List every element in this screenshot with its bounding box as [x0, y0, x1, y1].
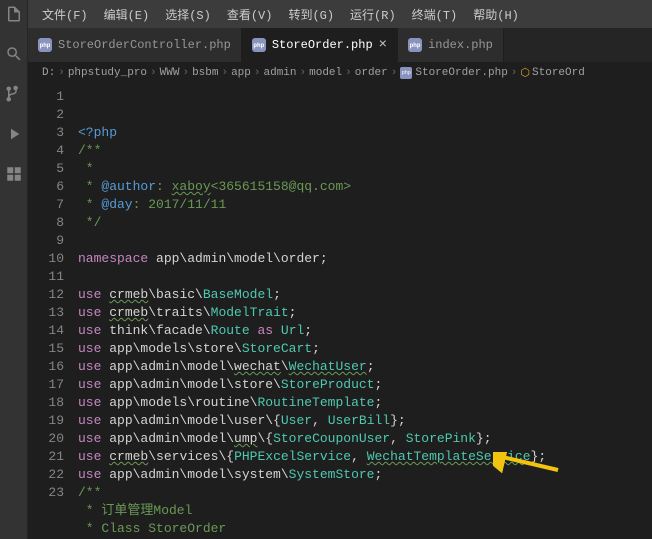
code-line[interactable]: use app\admin\model\user\{User, UserBill… [78, 412, 652, 430]
editor[interactable]: 1234567891011121314151617181920212223 <?… [28, 84, 652, 539]
line-number: 17 [28, 376, 64, 394]
line-number: 8 [28, 214, 64, 232]
close-icon[interactable]: × [379, 37, 387, 53]
line-number: 22 [28, 466, 64, 484]
line-number: 10 [28, 250, 64, 268]
search-icon[interactable] [5, 45, 23, 67]
code-line[interactable]: */ [78, 214, 652, 232]
line-number: 9 [28, 232, 64, 250]
code-line[interactable]: use crmeb\basic\BaseModel; [78, 286, 652, 304]
menu-view[interactable]: 查看(V) [221, 4, 279, 25]
tab-item[interactable]: php StoreOrderController.php [28, 28, 242, 62]
line-number: 23 [28, 484, 64, 502]
line-number: 4 [28, 142, 64, 160]
tab-bar: php StoreOrderController.php php StoreOr… [28, 28, 652, 62]
tab-label: StoreOrder.php [272, 38, 373, 52]
code-line[interactable]: * @day: 2017/11/11 [78, 196, 652, 214]
line-number: 7 [28, 196, 64, 214]
code-line[interactable]: use app\models\store\StoreCart; [78, 340, 652, 358]
line-number: 20 [28, 430, 64, 448]
extensions-icon[interactable] [5, 165, 23, 187]
code-line[interactable]: namespace app\admin\model\order; [78, 250, 652, 268]
code-line[interactable]: use app\admin\model\store\StoreProduct; [78, 376, 652, 394]
code-line[interactable]: /** [78, 484, 652, 502]
line-number: 2 [28, 106, 64, 124]
menu-run[interactable]: 运行(R) [344, 4, 402, 25]
tab-item[interactable]: php index.php [398, 28, 504, 62]
code-line[interactable] [78, 232, 652, 250]
code-area[interactable]: <?php/** * * @author: xaboy<365615158@qq… [78, 84, 652, 539]
tab-item-active[interactable]: php StoreOrder.php × [242, 28, 398, 62]
files-icon[interactable] [5, 5, 23, 27]
class-icon: ⬡ [520, 66, 530, 80]
code-line[interactable]: use think\facade\Route as Url; [78, 322, 652, 340]
menu-selection[interactable]: 选择(S) [159, 4, 217, 25]
php-icon: php [38, 38, 52, 52]
menu-edit[interactable]: 编辑(E) [98, 4, 156, 25]
activity-bar [0, 0, 28, 539]
code-line[interactable]: * [78, 160, 652, 178]
code-line[interactable]: use app\admin\model\wechat\WechatUser; [78, 358, 652, 376]
bc-drive: D: [42, 67, 55, 79]
line-number: 19 [28, 412, 64, 430]
line-number: 13 [28, 304, 64, 322]
menubar: 文件(F) 编辑(E) 选择(S) 查看(V) 转到(G) 运行(R) 终端(T… [28, 0, 652, 28]
code-line[interactable]: use app\admin\model\ump\{StoreCouponUser… [78, 430, 652, 448]
line-number: 11 [28, 268, 64, 286]
root: 文件(F) 编辑(E) 选择(S) 查看(V) 转到(G) 运行(R) 终端(T… [0, 0, 652, 539]
menu-help[interactable]: 帮助(H) [467, 4, 525, 25]
debug-icon[interactable] [5, 125, 23, 147]
php-icon: php [400, 67, 412, 79]
source-control-icon[interactable] [5, 85, 23, 107]
code-line[interactable]: * 订单管理Model [78, 502, 652, 520]
tab-label: index.php [428, 38, 493, 52]
line-number: 6 [28, 178, 64, 196]
line-number: 12 [28, 286, 64, 304]
line-number: 18 [28, 394, 64, 412]
line-number: 3 [28, 124, 64, 142]
menu-file[interactable]: 文件(F) [36, 4, 94, 25]
code-line[interactable]: <?php [78, 124, 652, 142]
php-icon: php [408, 38, 422, 52]
line-number: 21 [28, 448, 64, 466]
code-line[interactable]: use app\admin\model\system\SystemStore; [78, 466, 652, 484]
line-number: 15 [28, 340, 64, 358]
line-number: 1 [28, 88, 64, 106]
tab-label: StoreOrderController.php [58, 38, 231, 52]
code-line[interactable]: * @author: xaboy<365615158@qq.com> [78, 178, 652, 196]
code-line[interactable]: /** [78, 142, 652, 160]
code-line[interactable]: use crmeb\traits\ModelTrait; [78, 304, 652, 322]
line-gutter: 1234567891011121314151617181920212223 [28, 84, 78, 539]
code-line[interactable] [78, 268, 652, 286]
main-panel: 文件(F) 编辑(E) 选择(S) 查看(V) 转到(G) 运行(R) 终端(T… [28, 0, 652, 539]
php-icon: php [252, 38, 266, 52]
breadcrumb[interactable]: D: › phpstudy_pro› WWW› bsbm› app› admin… [28, 62, 652, 84]
line-number: 16 [28, 358, 64, 376]
line-number: 14 [28, 322, 64, 340]
code-line[interactable]: * Class StoreOrder [78, 520, 652, 538]
menu-terminal[interactable]: 终端(T) [406, 4, 464, 25]
menu-go[interactable]: 转到(G) [282, 4, 340, 25]
chevron-right-icon: › [58, 67, 65, 79]
code-line[interactable]: use app\models\routine\RoutineTemplate; [78, 394, 652, 412]
code-line[interactable]: use crmeb\services\{PHPExcelService, Wec… [78, 448, 652, 466]
line-number: 5 [28, 160, 64, 178]
